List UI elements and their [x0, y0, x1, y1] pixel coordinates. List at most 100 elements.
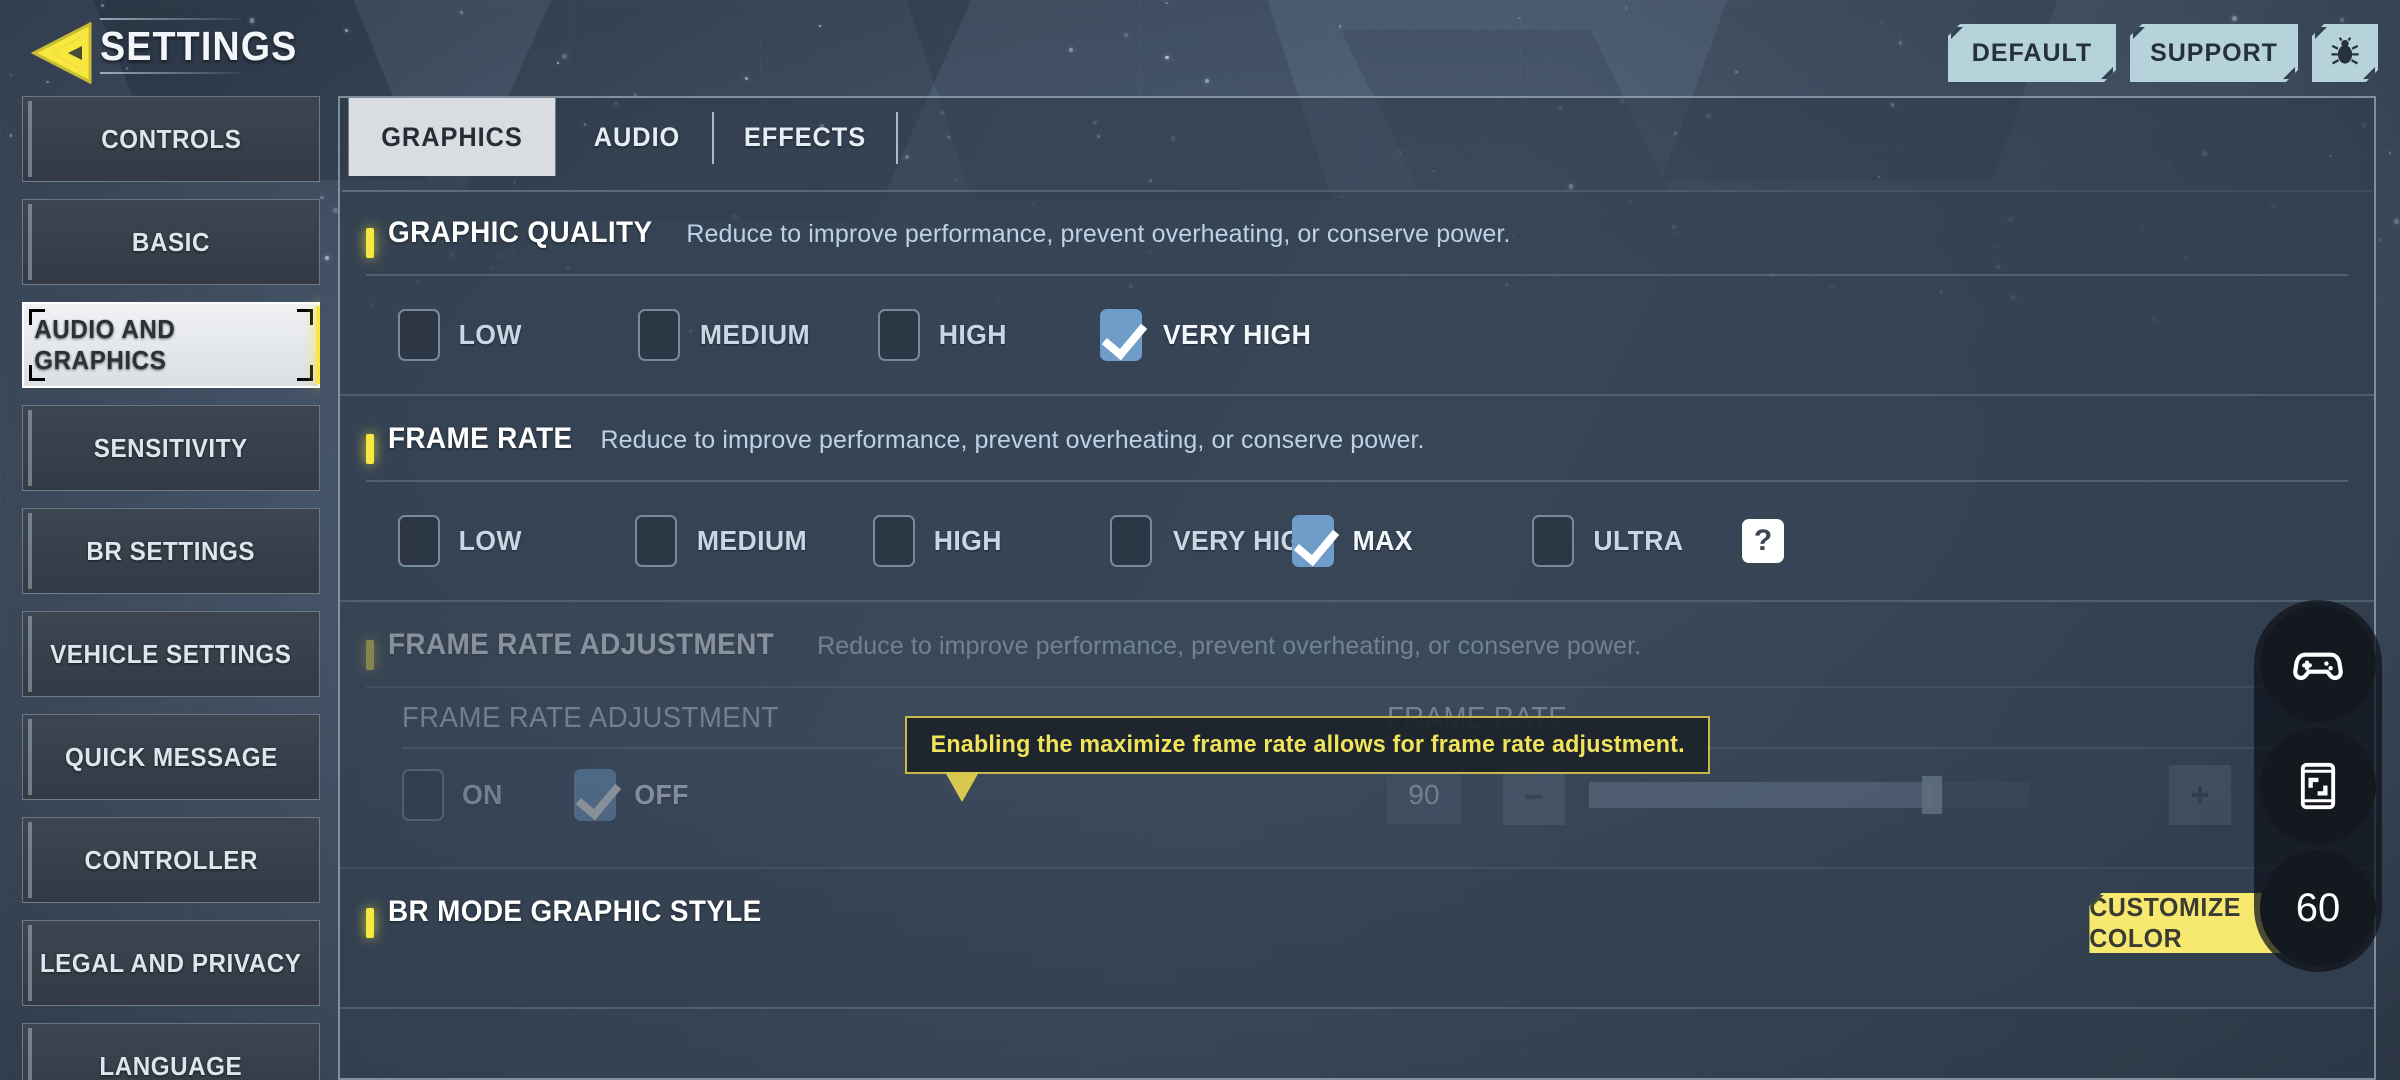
section-header: FRAME RATE ADJUSTMENT Reduce to improve … — [366, 602, 2348, 688]
sidebar-item-label: CONTROLS — [100, 123, 242, 154]
graphic-quality-options: LOW MEDIUM HIGH VERY HIGH — [366, 276, 2348, 394]
checkbox-checked[interactable] — [1100, 309, 1142, 361]
frame-rate-tooltip: Enabling the maximize frame rate allows … — [905, 716, 1710, 774]
sidebar-item-label: BASIC — [131, 226, 211, 257]
sidebar-item-label: AUDIO AND GRAPHICS — [34, 314, 176, 375]
option-frame-rate-very-high[interactable]: VERY HIGH — [1110, 515, 1321, 567]
option-adjustment-off[interactable]: OFF — [574, 769, 690, 821]
default-button-label: DEFAULT — [1971, 38, 2093, 67]
support-button[interactable]: SUPPORT — [2130, 24, 2298, 82]
checkbox[interactable] — [873, 515, 915, 567]
tab-separator — [712, 112, 714, 164]
section-frame-rate: FRAME RATE Reduce to improve performance… — [340, 396, 2374, 602]
tab-label: AUDIO — [593, 121, 681, 152]
option-graphic-quality-low[interactable]: LOW — [398, 309, 638, 361]
option-label: LOW — [458, 319, 522, 350]
section-title: BR MODE GRAPHIC STYLE — [388, 895, 762, 928]
sidebar-item-label: LANGUAGE — [99, 1050, 243, 1080]
help-icon: ? — [1753, 524, 1773, 557]
tab-label: EFFECTS — [743, 121, 867, 152]
sidebar-item-audio-and-graphics[interactable]: AUDIO AND GRAPHICS — [22, 302, 320, 388]
sidebar-item-basic[interactable]: BASIC — [22, 199, 320, 285]
sidebar-item-sensitivity[interactable]: SENSITIVITY — [22, 405, 320, 491]
sidebar-item-quick-message[interactable]: QUICK MESSAGE — [22, 714, 320, 800]
option-frame-rate-max[interactable]: MAX — [1292, 515, 1532, 567]
gamepad-icon — [2293, 652, 2343, 681]
minus-icon: – — [1524, 775, 1544, 814]
frame-rate-increase-button[interactable]: + — [2169, 765, 2231, 825]
option-frame-rate-high[interactable]: HIGH — [873, 515, 1110, 567]
sidebar-item-label: CONTROLLER — [84, 844, 258, 875]
sidebar-item-legal-and-privacy[interactable]: LEGAL AND PRIVACY — [22, 920, 320, 1006]
option-label: OFF — [634, 779, 689, 810]
checkbox[interactable] — [398, 309, 440, 361]
section-title: GRAPHIC QUALITY — [388, 216, 653, 249]
option-graphic-quality-high[interactable]: HIGH — [878, 309, 1100, 361]
default-button[interactable]: DEFAULT — [1948, 24, 2116, 82]
back-arrow-glyph — [30, 21, 92, 85]
gamepad-button[interactable] — [2260, 606, 2376, 722]
page-title: SETTINGS — [100, 23, 298, 69]
option-label: VERY HIGH — [1162, 319, 1312, 350]
option-label: HIGH — [933, 525, 1002, 556]
page-title-block: SETTINGS — [100, 18, 315, 74]
option-label: MEDIUM — [699, 319, 811, 350]
option-adjustment-on[interactable]: ON — [402, 769, 574, 821]
fps-counter-button[interactable]: 60 — [2260, 850, 2376, 966]
section-marker-icon — [366, 228, 374, 258]
sidebar-item-label: SENSITIVITY — [94, 432, 248, 463]
sidebar-item-vehicle-settings[interactable]: VEHICLE SETTINGS — [22, 611, 320, 697]
sidebar-item-label: BR SETTINGS — [86, 535, 256, 566]
option-graphic-quality-very-high[interactable]: VERY HIGH — [1100, 309, 1315, 361]
sidebar-item-controls[interactable]: CONTROLS — [22, 96, 320, 182]
tab-audio[interactable]: AUDIO — [567, 98, 708, 176]
option-frame-rate-medium[interactable]: MEDIUM — [635, 515, 873, 567]
frame-rate-slider[interactable] — [1589, 776, 2029, 814]
screen-record-button[interactable] — [2260, 728, 2376, 844]
checkbox[interactable] — [402, 769, 444, 821]
sidebar-item-label: QUICK MESSAGE — [64, 741, 278, 772]
sidebar-item-label: LEGAL AND PRIVACY — [40, 947, 302, 978]
checkbox[interactable] — [398, 515, 440, 567]
floating-dock: 60 — [2254, 600, 2382, 972]
section-header: BR MODE GRAPHIC STYLE — [366, 869, 2348, 955]
checkbox[interactable] — [635, 515, 677, 567]
checkbox-checked[interactable] — [1292, 515, 1334, 567]
checkbox[interactable] — [878, 309, 920, 361]
tab-separator — [896, 112, 899, 164]
option-graphic-quality-medium[interactable]: MEDIUM — [638, 309, 878, 361]
section-br-mode-graphic-style: BR MODE GRAPHIC STYLE CUSTOMIZE COLOR — [340, 869, 2374, 1009]
checkbox-checked[interactable] — [574, 769, 616, 821]
section-marker-icon — [366, 640, 374, 670]
option-label: ULTRA — [1593, 525, 1684, 556]
tab-graphics[interactable]: GRAPHICS — [348, 98, 556, 176]
header-actions: DEFAULT SUPPORT — [1948, 24, 2378, 82]
bug-report-button[interactable] — [2312, 24, 2378, 82]
support-button-label: SUPPORT — [2150, 38, 2278, 67]
plus-icon: + — [2190, 775, 2210, 814]
checkbox[interactable] — [1532, 515, 1574, 567]
frame-rate-decrease-button[interactable]: – — [1503, 765, 1565, 825]
option-label: LOW — [458, 525, 522, 556]
option-frame-rate-ultra[interactable]: ULTRA — [1532, 515, 1742, 567]
slider-knob[interactable] — [1922, 776, 1943, 814]
section-description: Reduce to improve performance, prevent o… — [600, 426, 1425, 454]
header-bar: SETTINGS DEFAULT SUPPORT — [0, 0, 2400, 98]
section-title: FRAME RATE — [388, 422, 573, 455]
checkbox[interactable] — [638, 309, 680, 361]
section-marker-icon — [366, 908, 374, 938]
checkbox[interactable] — [1110, 515, 1152, 567]
sidebar-item-br-settings[interactable]: BR SETTINGS — [22, 508, 320, 594]
sidebar-item-language[interactable]: LANGUAGE — [22, 1023, 320, 1080]
active-indicator — [316, 306, 320, 384]
section-marker-icon — [366, 434, 374, 464]
section-description: Reduce to improve performance, prevent o… — [817, 632, 1642, 660]
tab-effects[interactable]: EFFECTS — [719, 98, 890, 176]
sidebar-item-controller[interactable]: CONTROLLER — [22, 817, 320, 903]
settings-panel: GRAPHICS AUDIO EFFECTS GRAPHIC QUALITY R… — [338, 96, 2376, 1080]
section-description: Reduce to improve performance, prevent o… — [686, 220, 1511, 248]
frame-rate-help-button[interactable]: ? — [1742, 519, 1784, 563]
back-arrow-icon[interactable] — [30, 21, 96, 85]
option-frame-rate-low[interactable]: LOW — [398, 515, 635, 567]
section-title: FRAME RATE ADJUSTMENT — [388, 628, 775, 661]
